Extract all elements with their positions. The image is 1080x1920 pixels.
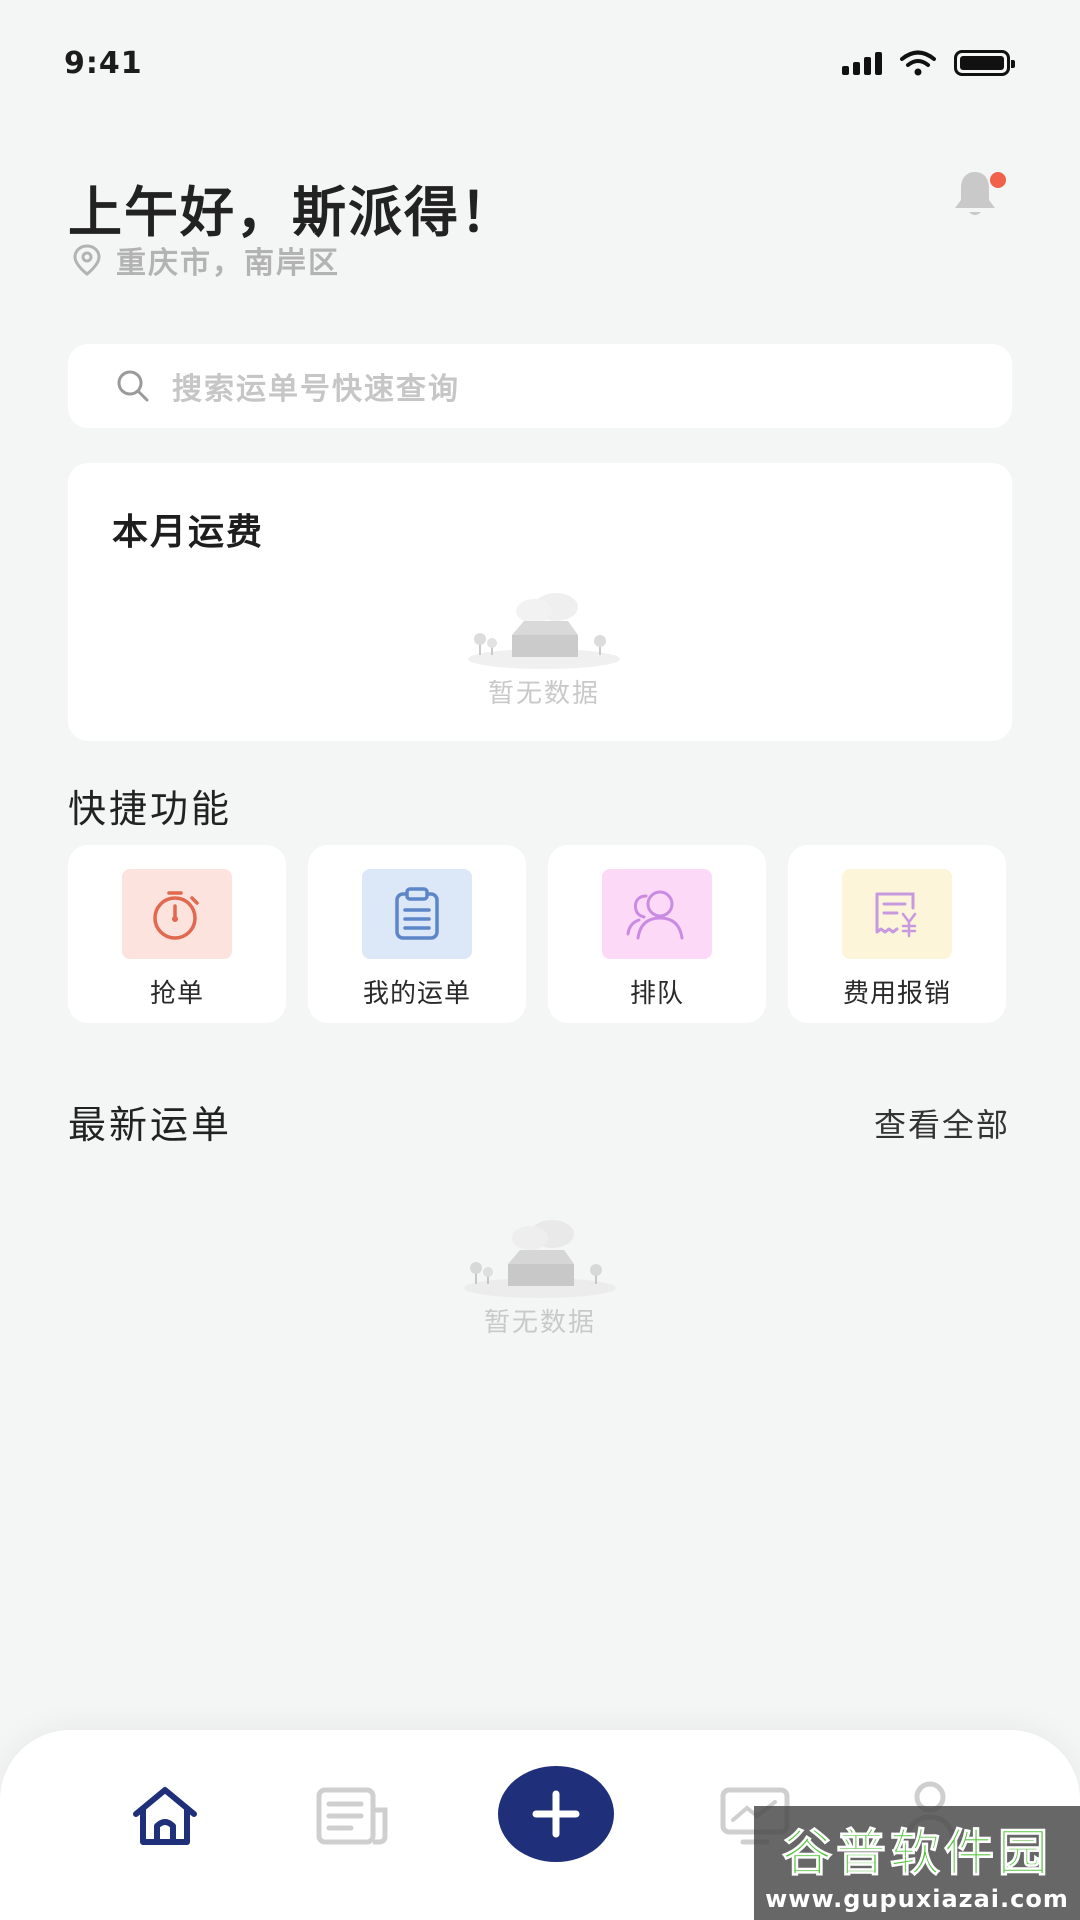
- search-placeholder: 搜索运单号快速查询: [172, 372, 460, 407]
- quick-icon-box: [602, 869, 712, 959]
- greeting-title: 上午好，斯派得！: [68, 181, 516, 244]
- quick-item-expense[interactable]: 费用报销: [788, 845, 1006, 1023]
- quick-functions-title: 快捷功能: [68, 787, 233, 831]
- watermark: 谷普软件园 www.gupuxiazai.com: [754, 1806, 1080, 1920]
- status-bar: 9:41: [0, 0, 1080, 130]
- quick-item-label: 我的运单: [362, 979, 471, 1009]
- home-screen: 9:41 上午好，斯派得！ 重庆市，南岸区 搜索运单号快速查询 本月运费 暂无数…: [0, 0, 1080, 1920]
- empty-text: 暂无数据: [483, 1308, 596, 1338]
- watermark-logo: 谷普软件园: [782, 1824, 1052, 1883]
- status-time: 9:41: [64, 46, 143, 81]
- clipboard-icon: [395, 887, 439, 940]
- cellular-signal-icon: [842, 51, 882, 75]
- notification-badge: [990, 172, 1006, 188]
- empty-box-illustration-icon: [468, 593, 620, 669]
- receipt-yen-icon: [875, 892, 917, 938]
- quick-icon-box: [362, 869, 472, 959]
- monthly-freight-card: 本月运费 暂无数据: [68, 463, 1012, 741]
- view-all-link[interactable]: 查看全部: [874, 1100, 1010, 1146]
- empty-box-illustration-icon: [464, 1220, 616, 1298]
- quick-item-grab-order[interactable]: 抢单: [68, 845, 286, 1023]
- location[interactable]: 重庆市，南岸区: [72, 238, 340, 282]
- monthly-freight-title: 本月运费: [112, 512, 265, 553]
- empty-state: 暂无数据: [464, 589, 624, 710]
- battery-icon: [954, 50, 1015, 76]
- status-icons: [842, 50, 1015, 76]
- search-input[interactable]: 搜索运单号快速查询: [68, 344, 1012, 428]
- add-icon: [532, 1790, 580, 1838]
- nav-home[interactable]: [122, 1778, 208, 1854]
- quick-icon-box: [122, 869, 232, 959]
- latest-orders-empty-state: 暂无数据: [460, 1216, 620, 1339]
- add-button[interactable]: [498, 1766, 614, 1862]
- notification-button[interactable]: [950, 168, 1010, 228]
- quick-functions-grid: 抢单 我的运单 排队 费用报销: [68, 845, 1006, 1023]
- users-icon: [626, 890, 684, 940]
- quick-item-queue[interactable]: 排队: [548, 845, 766, 1023]
- stopwatch-icon: [153, 891, 199, 940]
- watermark-url: www.gupuxiazai.com: [765, 1885, 1069, 1913]
- location-pin-icon: [73, 244, 101, 276]
- orders-icon: [316, 1787, 388, 1845]
- latest-orders-title: 最新运单: [68, 1103, 233, 1147]
- quick-item-label: 抢单: [149, 979, 204, 1009]
- home-icon: [133, 1787, 197, 1845]
- quick-item-my-orders[interactable]: 我的运单: [308, 845, 526, 1023]
- nav-orders[interactable]: [310, 1778, 396, 1854]
- quick-icon-box: [842, 869, 952, 959]
- quick-item-label: 费用报销: [842, 979, 951, 1009]
- wifi-icon: [900, 50, 936, 76]
- quick-item-label: 排队: [629, 979, 684, 1009]
- search-icon: [117, 370, 149, 402]
- empty-text: 暂无数据: [487, 679, 600, 709]
- location-text: 重庆市，南岸区: [116, 246, 340, 281]
